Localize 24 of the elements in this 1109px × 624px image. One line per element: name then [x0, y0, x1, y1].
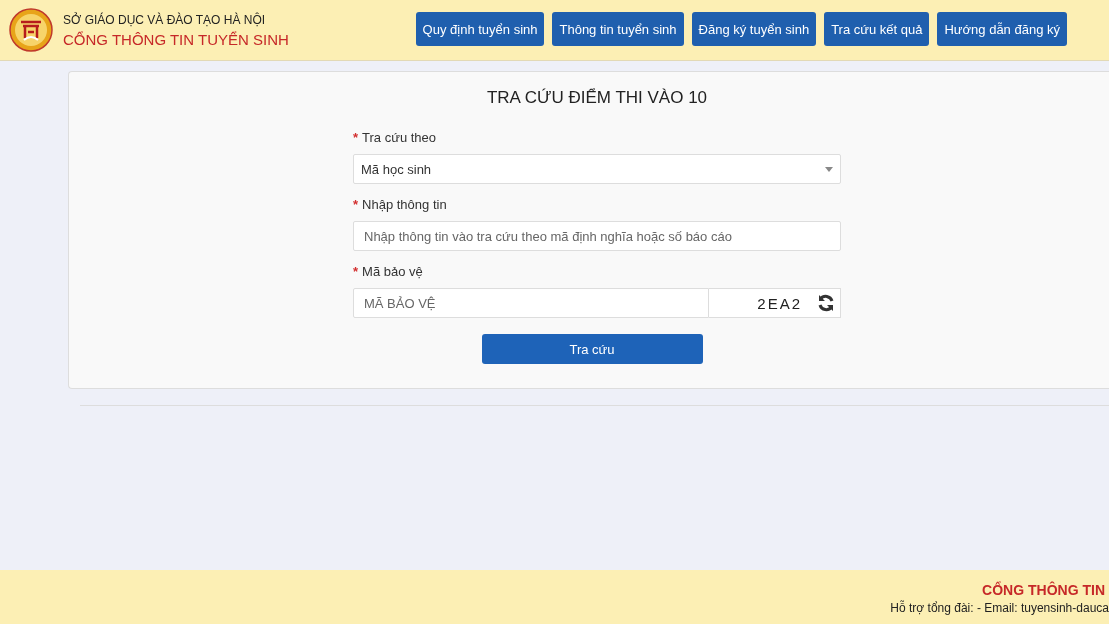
captcha-input-field[interactable]: MÃ BẢO VỆ [353, 288, 709, 318]
required-asterisk: * [353, 197, 359, 212]
footer-title: CỔNG THÔNG TIN [982, 582, 1106, 598]
nav-button[interactable]: Tra cứu kết quả [824, 12, 930, 46]
field-label: Tra cứu theo [362, 130, 437, 145]
nav-button[interactable]: Thông tin tuyển sinh [552, 12, 684, 46]
organization-name: SỞ GIÁO DỤC VÀ ĐÀO TẠO HÀ NỘI [63, 12, 267, 27]
required-asterisk: * [353, 130, 359, 145]
footer-contact: Hỗ trợ tổng đài: - Email: tuyensinh-dauca [890, 601, 1109, 615]
required-asterisk: * [353, 264, 359, 279]
captcha-image: 2EA2 [757, 294, 802, 312]
form-title: TRA CỨU ĐIỂM THI VÀO 10 [485, 88, 709, 108]
dropdown-field[interactable]: Mã học sinh [353, 154, 841, 184]
emblem-logo-icon [9, 8, 53, 52]
nav-button[interactable]: Hướng dẫn đăng ký [937, 12, 1067, 46]
field-label: Nhập thông tin [362, 197, 447, 212]
nav-button[interactable]: Đăng ký tuyển sinh [691, 12, 817, 46]
refresh-icon[interactable] [816, 293, 836, 313]
nav-button[interactable]: Quy định tuyển sinh [415, 12, 545, 46]
search-button[interactable]: Tra cứu [481, 334, 703, 364]
input-field[interactable]: Nhập thông tin vào tra cứu theo mã định nghĩa hoặc số báo cáo [353, 221, 841, 251]
caret-icon [825, 166, 833, 172]
field-label: Mã bảo vệ [362, 264, 423, 279]
portal-title: CỔNG THÔNG TIN TUYỂN SINH [63, 30, 289, 48]
